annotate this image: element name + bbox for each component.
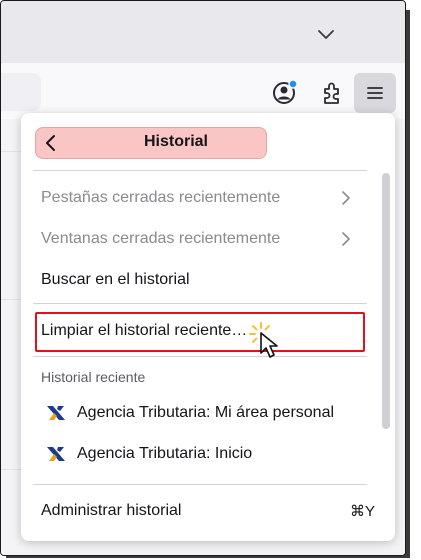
chevron-left-icon[interactable] bbox=[43, 133, 57, 153]
chevron-right-icon bbox=[342, 191, 350, 205]
shortcut-label: ⌘Y bbox=[349, 503, 375, 520]
hamburger-menu-button[interactable] bbox=[354, 73, 396, 113]
history-panel: Historial Pestañas cerradas recientement… bbox=[21, 113, 395, 541]
hamburger-menu-icon bbox=[367, 87, 383, 99]
divider bbox=[1, 299, 21, 300]
scrollbar[interactable] bbox=[382, 173, 390, 429]
divider bbox=[1, 151, 21, 152]
history-entry[interactable]: Agencia Tributaria: Inicio bbox=[77, 445, 252, 463]
divider bbox=[33, 170, 367, 171]
menu-item-search-history[interactable]: Buscar en el historial bbox=[41, 271, 190, 289]
extensions-icon[interactable] bbox=[317, 79, 345, 107]
divider bbox=[33, 484, 367, 485]
panel-title: Historial bbox=[143, 133, 208, 150]
browser-window: Historial Pestañas cerradas recientement… bbox=[0, 0, 406, 556]
divider bbox=[1, 469, 21, 470]
agencia-tributaria-icon bbox=[47, 447, 65, 461]
history-entry[interactable]: Agencia Tributaria: Mi área personal bbox=[77, 404, 334, 422]
divider bbox=[33, 356, 367, 357]
menu-item-recently-closed-windows[interactable]: Ventanas cerradas recientemente bbox=[41, 230, 280, 248]
menu-item-clear-recent-history[interactable]: Limpiar el historial reciente… bbox=[41, 322, 247, 340]
menu-item-manage-history[interactable]: Administrar historial bbox=[41, 502, 181, 520]
chevron-right-icon bbox=[342, 232, 350, 246]
mouse-cursor-icon bbox=[249, 322, 278, 358]
agencia-tributaria-icon bbox=[47, 406, 65, 420]
divider bbox=[33, 303, 367, 304]
tab-strip bbox=[1, 1, 405, 63]
url-bar[interactable] bbox=[1, 73, 41, 111]
recent-history-heading: Historial reciente bbox=[41, 369, 146, 385]
menu-item-recently-closed-tabs[interactable]: Pestañas cerradas recientemente bbox=[41, 189, 280, 207]
account-icon[interactable] bbox=[271, 79, 299, 107]
chevron-down-icon[interactable] bbox=[317, 29, 335, 41]
